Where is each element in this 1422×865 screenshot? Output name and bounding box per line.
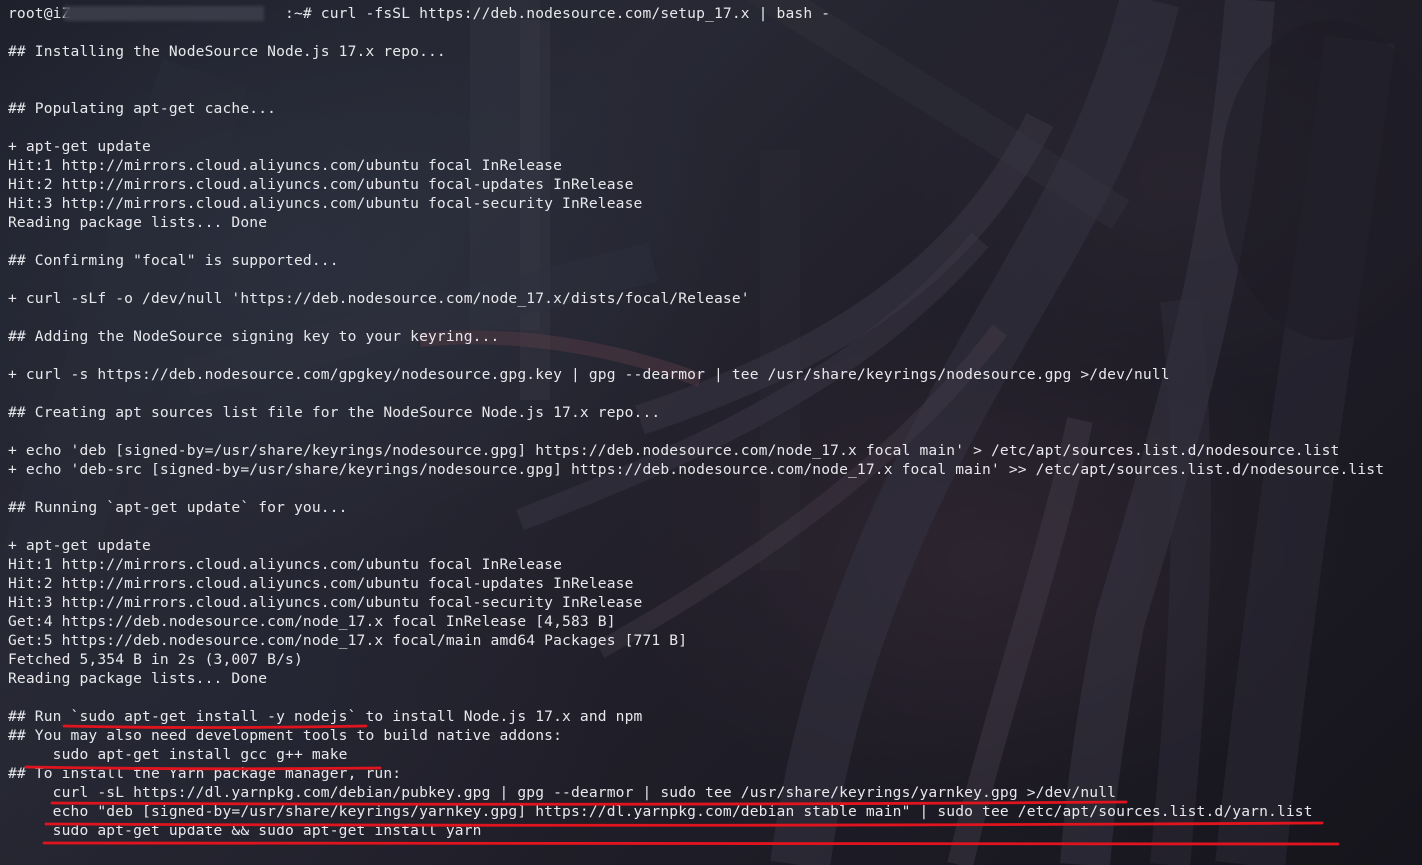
terminal-line: ## Confirming "focal" is supported...	[8, 252, 339, 269]
terminal-line: sudo apt-get install gcc g++ make	[8, 746, 348, 763]
terminal-line: ## Running `apt-get update` for you...	[8, 499, 348, 516]
terminal-line: Hit:1 http://mirrors.cloud.aliyuncs.com/…	[8, 157, 563, 174]
terminal-output[interactable]: root@iZ :~# curl -fsSL https://deb.nodes…	[8, 4, 1418, 840]
terminal-line: Reading package lists... Done	[8, 214, 268, 231]
terminal-line: Get:4 https://deb.nodesource.com/node_17…	[8, 613, 616, 630]
terminal-line: ## Run `sudo apt-get install -y nodejs` …	[8, 708, 643, 725]
redacted-hostname	[64, 6, 264, 21]
terminal-line: sudo apt-get update && sudo apt-get inst…	[8, 822, 482, 839]
terminal-line: Fetched 5,354 B in 2s (3,007 B/s)	[8, 651, 303, 668]
terminal-line: + apt-get update	[8, 537, 151, 554]
terminal-line: Get:5 https://deb.nodesource.com/node_17…	[8, 632, 688, 649]
terminal-line: ## To install the Yarn package manager, …	[8, 765, 402, 782]
terminal-line: curl -sL https://dl.yarnpkg.com/debian/p…	[8, 784, 1117, 801]
terminal-line: Reading package lists... Done	[8, 670, 268, 687]
terminal-line: + curl -s https://deb.nodesource.com/gpg…	[8, 366, 1170, 383]
terminal-line: + echo 'deb-src [signed-by=/usr/share/ke…	[8, 461, 1385, 478]
terminal-line: Hit:3 http://mirrors.cloud.aliyuncs.com/…	[8, 195, 643, 212]
terminal-line: ## Creating apt sources list file for th…	[8, 404, 661, 421]
terminal-line: ## Installing the NodeSource Node.js 17.…	[8, 43, 446, 60]
terminal-line: + echo 'deb [signed-by=/usr/share/keyrin…	[8, 442, 1340, 459]
terminal-line: + apt-get update	[8, 138, 151, 155]
terminal-line: Hit:2 http://mirrors.cloud.aliyuncs.com/…	[8, 575, 634, 592]
terminal-line: Hit:3 http://mirrors.cloud.aliyuncs.com/…	[8, 594, 643, 611]
terminal-line: echo "deb [signed-by=/usr/share/keyrings…	[8, 803, 1313, 820]
terminal-line: ## Populating apt-get cache...	[8, 100, 277, 117]
terminal-line: Hit:1 http://mirrors.cloud.aliyuncs.com/…	[8, 556, 563, 573]
terminal-line: + curl -sLf -o /dev/null 'https://deb.no…	[8, 290, 750, 307]
terminal-line: ## Adding the NodeSource signing key to …	[8, 328, 500, 345]
terminal-line: Hit:2 http://mirrors.cloud.aliyuncs.com/…	[8, 176, 634, 193]
terminal-window[interactable]: root@iZ :~# curl -fsSL https://deb.nodes…	[0, 0, 1422, 865]
terminal-line: ## You may also need development tools t…	[8, 727, 563, 744]
